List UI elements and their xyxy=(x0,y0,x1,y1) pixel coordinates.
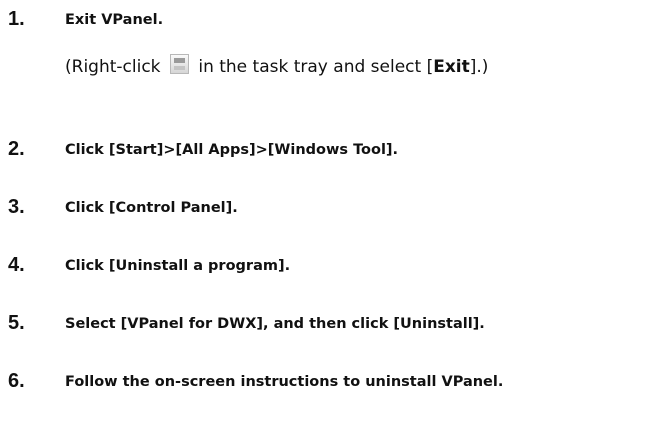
step-text: Click [Control Panel]. xyxy=(65,200,238,216)
step-number: 6. xyxy=(8,370,25,392)
step-number: 3. xyxy=(8,196,25,218)
step-text: Click [Uninstall a program]. xyxy=(65,258,291,274)
step-number: 2. xyxy=(8,138,25,160)
step-number: 1. xyxy=(8,8,25,30)
step-text: Follow the on-screen instructions to uni… xyxy=(65,374,504,390)
step-number: 4. xyxy=(8,254,25,276)
step-1-note: (Right-click in the task tray and select… xyxy=(65,54,488,79)
step-text: Click [Start]>[All Apps]>[Windows Tool]. xyxy=(65,142,399,158)
vpanel-tray-icon xyxy=(169,54,189,74)
note-text-middle: in the task tray and select [ xyxy=(198,57,434,77)
note-exit-label: Exit xyxy=(433,57,470,77)
note-text-before: (Right-click xyxy=(65,57,161,77)
step-text: Exit VPanel. xyxy=(65,12,164,28)
step-text: Select [VPanel for DWX], and then click … xyxy=(65,316,485,332)
note-text-after: ].) xyxy=(469,57,489,77)
uninstall-steps-list: 1. Exit VPanel. (Right-click in the task… xyxy=(0,0,669,423)
step-number: 5. xyxy=(8,312,25,334)
